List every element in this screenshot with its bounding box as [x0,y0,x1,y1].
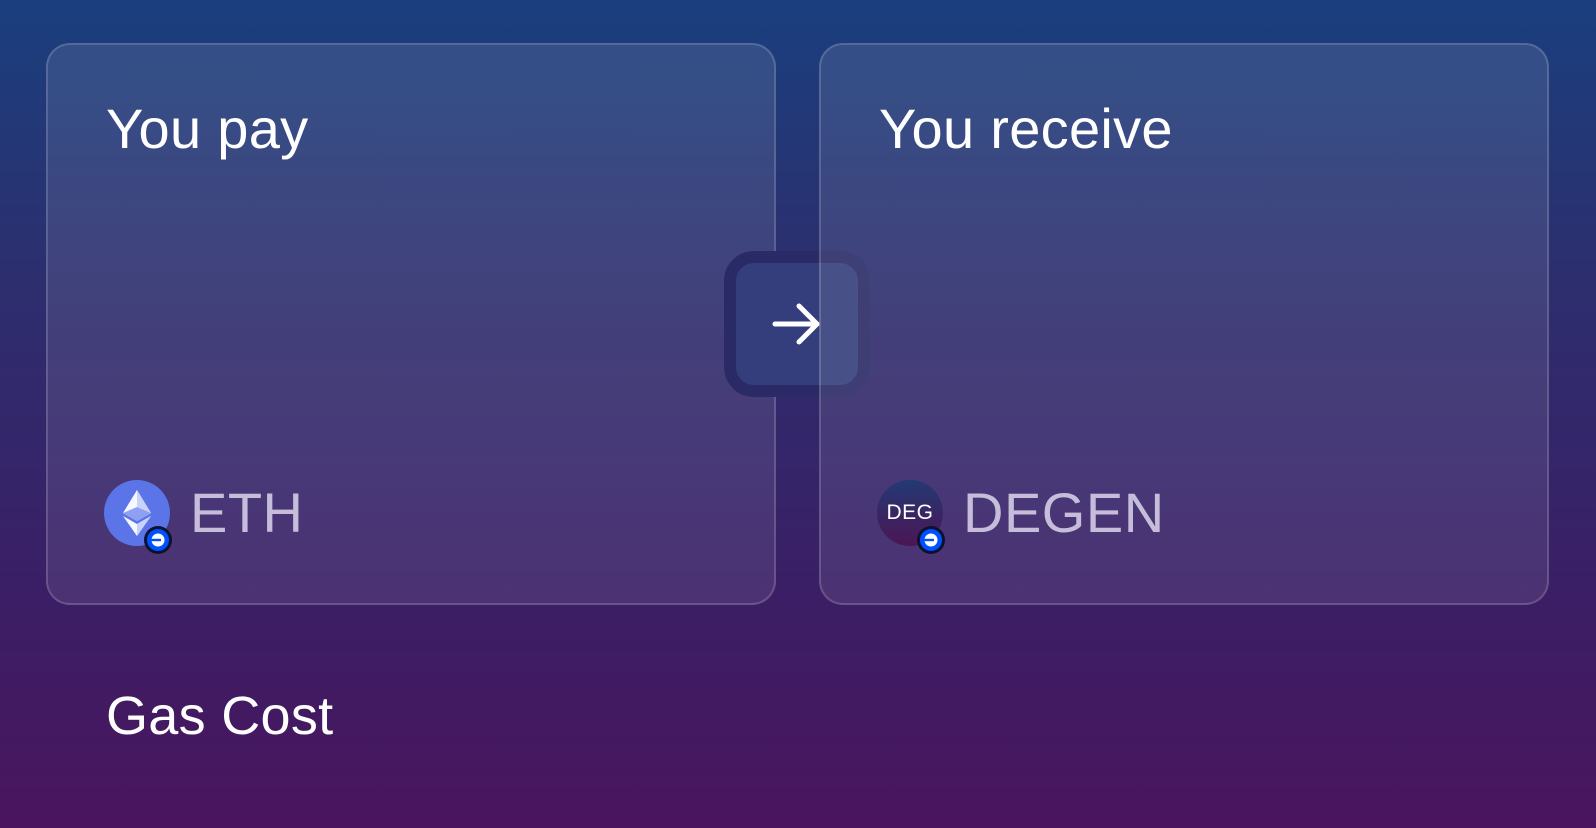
base-chain-icon [917,526,945,554]
pay-token-selector[interactable]: ETH [104,479,304,554]
receive-token-selector[interactable]: DEG DEGEN [877,479,1165,554]
ethereum-icon [104,480,172,554]
gas-cost-label: Gas Cost [106,686,334,746]
pay-card[interactable]: You pay ETH [46,43,776,605]
degen-token-icon: DEG [877,480,945,554]
pay-title: You pay [106,97,309,160]
receive-token-symbol: DEGEN [963,481,1165,544]
receive-card[interactable]: You receive DEG DEGEN [819,43,1549,605]
base-chain-icon [144,526,172,554]
arrow-right-icon [772,303,820,345]
degen-icon-text: DEG [886,501,934,524]
pay-token-symbol: ETH [190,481,304,544]
receive-title: You receive [879,97,1173,160]
